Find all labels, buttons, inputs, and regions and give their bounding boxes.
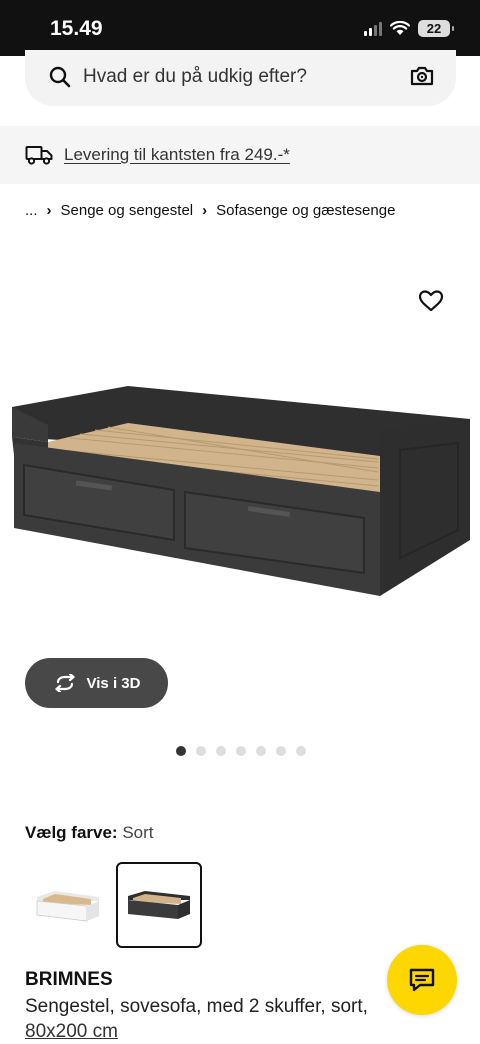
delivery-link[interactable]: Levering til kantsten fra 249.-*: [64, 145, 290, 165]
view-in-3d-label: Vis i 3D: [86, 674, 141, 692]
search-bar[interactable]: [25, 50, 456, 106]
breadcrumb-item-beds[interactable]: Senge og sengestel: [61, 202, 194, 219]
carousel-dot[interactable]: [216, 746, 226, 756]
chat-icon: [409, 968, 435, 992]
color-selector-label: Vælg farve: Sort: [25, 823, 154, 843]
truck-icon: [25, 146, 53, 165]
camera-icon[interactable]: [410, 64, 434, 88]
battery-icon: 22: [418, 20, 454, 37]
breadcrumb-ellipsis[interactable]: ...: [25, 202, 38, 219]
status-bar: 15.49 22: [0, 0, 480, 56]
breadcrumb-item-sofa-beds[interactable]: Sofasenge og gæstesenge: [216, 202, 395, 219]
carousel-dot[interactable]: [296, 746, 306, 756]
carousel-dot[interactable]: [256, 746, 266, 756]
status-icons: 22: [364, 20, 454, 37]
chevron-right-icon: ›: [46, 202, 52, 219]
carousel-dot[interactable]: [196, 746, 206, 756]
product-name: BRIMNES: [25, 969, 113, 990]
search-input[interactable]: [83, 66, 383, 88]
selected-color-value: Sort: [122, 823, 154, 842]
chevron-right-icon: ›: [202, 202, 208, 219]
carousel-dot[interactable]: [236, 746, 246, 756]
product-image[interactable]: [0, 250, 480, 650]
delivery-banner[interactable]: Levering til kantsten fra 249.-*: [0, 126, 480, 184]
black-bed-thumbnail: [128, 891, 190, 919]
view-in-3d-button[interactable]: Vis i 3D: [25, 658, 168, 708]
rotate-3d-icon: [54, 674, 75, 692]
product-description: Sengestel, sovesofa, med 2 skuffer, sort…: [25, 994, 405, 1044]
heart-icon[interactable]: [418, 289, 444, 313]
status-time: 15.49: [50, 17, 103, 40]
wifi-icon: [390, 21, 410, 35]
white-bed-thumbnail: [36, 891, 99, 922]
chat-button[interactable]: [387, 945, 457, 1015]
product-description-text: Sengestel, sovesofa, med 2 skuffer, sort…: [25, 996, 368, 1017]
cellular-signal-icon: [364, 21, 382, 36]
color-swatch-black[interactable]: [116, 862, 202, 948]
carousel-dot[interactable]: [176, 746, 186, 756]
carousel-dots: [176, 746, 306, 756]
color-swatch-white[interactable]: [25, 862, 111, 948]
color-label-title: Vælg farve:: [25, 823, 118, 842]
search-icon: [49, 66, 71, 88]
breadcrumb: ... › Senge og sengestel › Sofasenge og …: [25, 202, 395, 219]
carousel-dot[interactable]: [276, 746, 286, 756]
